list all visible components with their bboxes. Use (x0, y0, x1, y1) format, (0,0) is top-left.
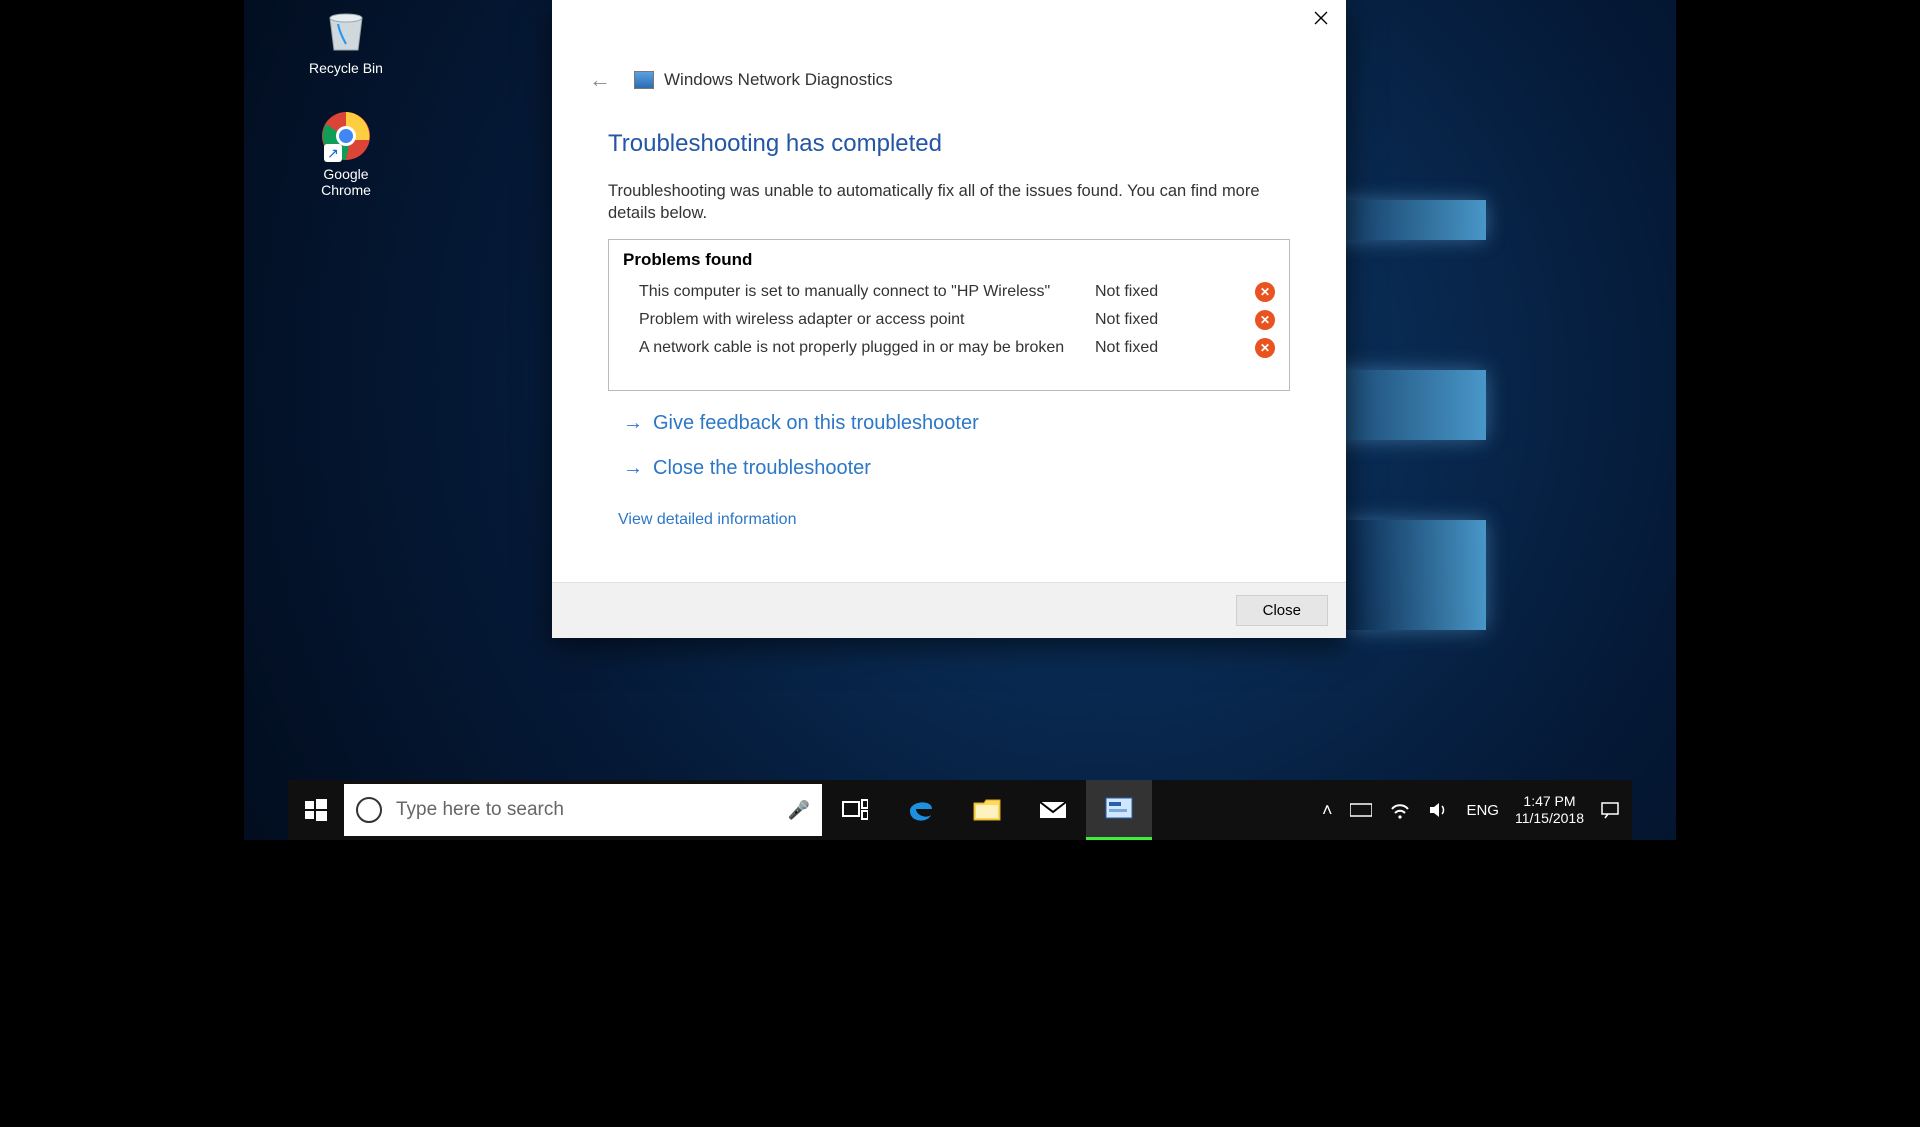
close-icon (1314, 11, 1328, 25)
icon-label: Recycle Bin (309, 60, 383, 76)
cortana-icon (356, 797, 382, 823)
mail-button[interactable] (1020, 780, 1086, 840)
task-icons (822, 780, 1152, 840)
volume-icon[interactable] (1426, 780, 1450, 840)
edge-button[interactable] (888, 780, 954, 840)
problem-status: Not fixed (1095, 283, 1235, 301)
diagnostics-task-button[interactable] (1086, 780, 1152, 840)
close-troubleshooter-link[interactable]: → Close the troubleshooter (608, 446, 1290, 491)
back-button[interactable]: ← (580, 60, 620, 100)
problem-desc: This computer is set to manually connect… (623, 283, 1095, 301)
app-title: Windows Network Diagnostics (664, 70, 893, 90)
time-label: 1:47 PM (1523, 793, 1575, 810)
desktop-icons: Recycle Bin ↗ Google Chrome (296, 0, 396, 202)
shortcut-arrow-icon: ↗ (324, 144, 342, 162)
action-label: Give feedback on this troubleshooter (653, 412, 979, 435)
problem-row: This computer is set to manually connect… (623, 278, 1275, 306)
notification-icon (1600, 801, 1620, 819)
diagnostics-icon (634, 71, 654, 89)
problems-box: Problems found This computer is set to m… (608, 239, 1290, 391)
trash-icon (320, 4, 372, 56)
file-explorer-button[interactable] (954, 780, 1020, 840)
tray-overflow-button[interactable]: ˄ (1320, 780, 1335, 840)
problem-row: Problem with wireless adapter or access … (623, 306, 1275, 334)
icon-label: Google Chrome (321, 166, 371, 198)
keyboard-icon (1350, 802, 1372, 818)
action-center-button[interactable] (1598, 780, 1622, 840)
close-button[interactable]: Close (1236, 595, 1328, 626)
google-chrome-icon[interactable]: ↗ Google Chrome (316, 106, 376, 202)
mail-icon (1038, 798, 1068, 822)
problem-desc: Problem with wireless adapter or access … (623, 311, 1095, 329)
dialog-footer: Close (552, 582, 1346, 638)
problem-desc: A network cable is not properly plugged … (623, 339, 1095, 357)
error-icon: ✕ (1255, 282, 1275, 302)
language-indicator[interactable]: ENG (1464, 780, 1501, 840)
dialog-description: Troubleshooting was unable to automatica… (608, 180, 1290, 225)
action-label: Close the troubleshooter (653, 457, 871, 480)
speaker-icon (1428, 801, 1448, 819)
diagnostics-task-icon (1104, 796, 1134, 822)
problems-header: Problems found (623, 250, 1275, 270)
error-icon: ✕ (1255, 310, 1275, 330)
system-tray: ˄ ENG (1320, 780, 1632, 840)
clock[interactable]: 1:47 PM 11/15/2018 (1515, 793, 1584, 827)
view-detailed-info-link[interactable]: View detailed information (608, 491, 806, 529)
dialog-heading: Troubleshooting has completed (608, 130, 1290, 158)
dialog-header: ← Windows Network Diagnostics (552, 0, 1346, 100)
problem-status: Not fixed (1095, 311, 1235, 329)
troubleshooter-dialog: ← Windows Network Diagnostics Troublesho… (552, 0, 1346, 638)
problem-row: A network cable is not properly plugged … (623, 334, 1275, 362)
recycle-bin-icon[interactable]: Recycle Bin (305, 0, 387, 80)
input-indicator-icon[interactable] (1348, 780, 1374, 840)
window-close-button[interactable] (1296, 0, 1346, 36)
folder-icon (972, 797, 1002, 823)
dialog-titlebar-buttons (1296, 0, 1346, 36)
edge-icon (906, 795, 936, 825)
language-label: ENG (1466, 802, 1499, 819)
give-feedback-link[interactable]: → Give feedback on this troubleshooter (608, 401, 1290, 446)
problem-status: Not fixed (1095, 339, 1235, 357)
arrow-right-icon: → (623, 457, 643, 480)
date-label: 11/15/2018 (1515, 810, 1584, 827)
microphone-icon[interactable]: 🎤 (788, 800, 810, 821)
task-view-button[interactable] (822, 780, 888, 840)
network-icon (1390, 801, 1410, 819)
search-box[interactable]: Type here to search 🎤 (344, 784, 822, 836)
app-title-row: Windows Network Diagnostics (634, 70, 893, 90)
error-icon: ✕ (1255, 338, 1275, 358)
search-placeholder: Type here to search (396, 799, 774, 821)
windows-logo-icon (305, 799, 327, 821)
task-view-icon (842, 799, 868, 821)
start-button[interactable] (288, 780, 344, 840)
arrow-right-icon: → (623, 412, 643, 435)
dialog-body: Troubleshooting has completed Troublesho… (552, 100, 1346, 582)
wifi-icon[interactable] (1388, 780, 1412, 840)
taskbar: Type here to search 🎤 (288, 780, 1632, 840)
desktop: Recycle Bin ↗ Google Chrome ← (244, 0, 1676, 840)
